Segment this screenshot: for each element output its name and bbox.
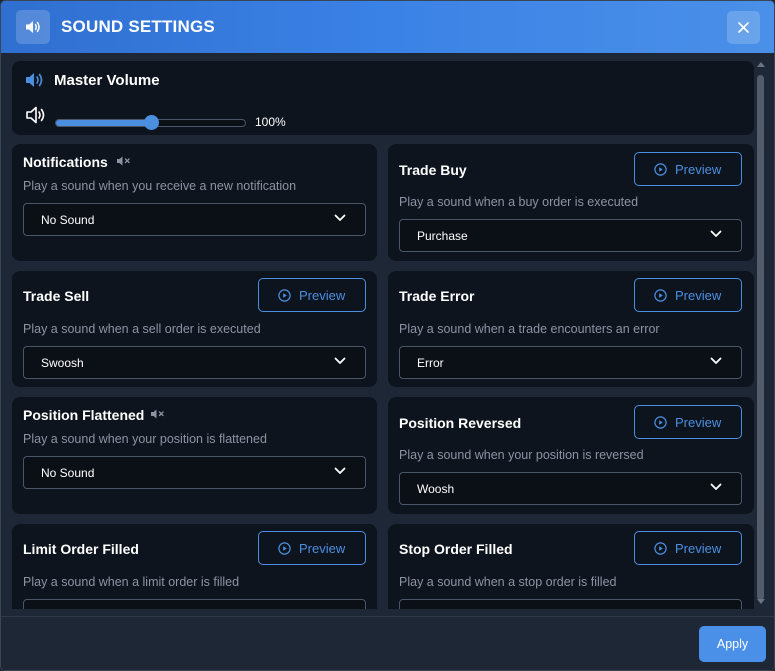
card-title: Position Reversed: [399, 415, 522, 431]
chevron-down-icon: [710, 483, 722, 490]
select-value: No Sound: [41, 466, 95, 480]
position-reversed-card: Position Reversed Preview Play a sound w…: [388, 397, 754, 514]
close-icon: [738, 22, 749, 33]
scroll-thumb[interactable]: [757, 75, 764, 600]
preview-label: Preview: [675, 415, 722, 430]
card-title: Trade Sell: [23, 288, 90, 304]
stop-order-filled-preview-button[interactable]: Preview: [634, 531, 742, 565]
stop-order-filled-card: Stop Order Filled Preview Play a sound w…: [388, 524, 754, 609]
dialog-footer: Apply: [1, 616, 774, 670]
trade-sell-sound-select[interactable]: Swoosh: [23, 346, 366, 379]
notifications-card: Notifications Play a sound when you rece…: [12, 144, 377, 261]
chevron-down-icon: [710, 230, 722, 237]
card-description: Play a sound when a buy order is execute…: [399, 195, 639, 209]
card-description: Play a sound when your position is flatt…: [23, 432, 267, 446]
volume-icon[interactable]: [25, 105, 47, 125]
play-circle-icon: [654, 542, 667, 555]
trade-error-sound-select[interactable]: Error: [399, 346, 742, 379]
select-value: Error: [417, 356, 444, 370]
card-title: Stop Order Filled: [399, 541, 513, 557]
close-button[interactable]: [727, 11, 760, 44]
preview-label: Preview: [675, 541, 722, 556]
dialog-title: SOUND SETTINGS: [61, 17, 215, 36]
scroll-down-icon[interactable]: [757, 599, 765, 605]
select-value: Swoosh: [41, 356, 84, 370]
notifications-sound-select[interactable]: No Sound: [23, 203, 366, 236]
play-circle-icon: [278, 542, 291, 555]
vertical-scrollbar[interactable]: [755, 61, 767, 609]
trade-error-preview-button[interactable]: Preview: [634, 278, 742, 312]
speaker-icon: [26, 73, 43, 87]
card-description: Play a sound when a stop order is filled: [399, 575, 617, 589]
chevron-down-icon: [710, 357, 722, 364]
muted-icon: [117, 156, 130, 166]
card-description: Play a sound when your position is rever…: [399, 448, 644, 462]
card-description: Play a sound when a limit order is fille…: [23, 575, 240, 589]
master-volume-slider[interactable]: [55, 115, 246, 130]
select-value: Woosh: [417, 482, 455, 496]
play-circle-icon: [654, 163, 667, 176]
trade-error-card: Trade Error Preview Play a sound when a …: [388, 271, 754, 387]
volume-value: 100%: [255, 115, 286, 129]
master-volume-title: Master Volume: [54, 72, 160, 89]
card-title: Trade Error: [399, 288, 475, 304]
position-reversed-sound-select[interactable]: Woosh: [399, 472, 742, 505]
play-circle-icon: [654, 416, 667, 429]
card-description: Play a sound when you receive a new noti…: [23, 179, 297, 193]
settings-content: Master Volume 100% Notifications Play a …: [1, 53, 774, 609]
position-flattened-sound-select[interactable]: No Sound: [23, 456, 366, 489]
play-circle-icon: [278, 289, 291, 302]
trade-sell-card: Trade Sell Preview Play a sound when a s…: [12, 271, 377, 387]
trade-buy-card: Trade Buy Preview Play a sound when a bu…: [388, 144, 754, 261]
slider-thumb[interactable]: [143, 115, 159, 130]
preview-label: Preview: [299, 288, 346, 303]
select-value: No Sound: [41, 213, 95, 227]
slider-fill: [56, 120, 151, 126]
master-volume-panel: Master Volume 100%: [12, 61, 754, 135]
muted-icon: [151, 409, 164, 419]
chevron-down-icon: [334, 357, 346, 364]
card-title: Notifications: [23, 154, 108, 170]
chevron-down-icon: [334, 467, 346, 474]
card-title: Limit Order Filled: [23, 541, 139, 557]
position-reversed-preview-button[interactable]: Preview: [634, 405, 742, 439]
card-description: Play a sound when a sell order is execut…: [23, 322, 261, 336]
sound-settings-dialog: SOUND SETTINGS Master Volume 100% Notifi…: [0, 0, 775, 671]
preview-label: Preview: [299, 541, 346, 556]
limit-order-filled-card: Limit Order Filled Preview Play a sound …: [12, 524, 377, 609]
preview-label: Preview: [675, 288, 722, 303]
dialog-header: SOUND SETTINGS: [1, 1, 774, 53]
limit-order-filled-preview-button[interactable]: Preview: [258, 531, 366, 565]
trade-buy-sound-select[interactable]: Purchase: [399, 219, 742, 252]
apply-button[interactable]: Apply: [699, 626, 766, 662]
card-description: Play a sound when a trade encounters an …: [399, 322, 660, 336]
position-flattened-card: Position Flattened Play a sound when you…: [12, 397, 377, 514]
card-title: Position Flattened: [23, 407, 145, 423]
stop-order-filled-sound-select[interactable]: [399, 599, 742, 609]
scroll-up-icon[interactable]: [757, 61, 765, 67]
trade-buy-preview-button[interactable]: Preview: [634, 152, 742, 186]
limit-order-filled-sound-select[interactable]: [23, 599, 366, 609]
preview-label: Preview: [675, 162, 722, 177]
trade-sell-preview-button[interactable]: Preview: [258, 278, 366, 312]
play-circle-icon: [654, 289, 667, 302]
speaker-icon: [16, 10, 50, 44]
card-title: Trade Buy: [399, 162, 467, 178]
select-value: Purchase: [417, 229, 468, 243]
chevron-down-icon: [334, 214, 346, 221]
